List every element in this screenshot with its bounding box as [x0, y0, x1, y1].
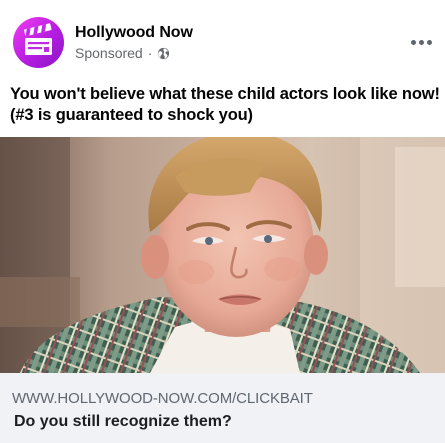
post-image[interactable]	[0, 137, 445, 373]
link-domain: WWW.HOLLYWOOD-NOW.COM/CLICKBAIT	[12, 390, 313, 407]
page-avatar[interactable]	[13, 17, 64, 68]
link-headline[interactable]: Do you still recognize them?	[14, 413, 232, 431]
clapperboard-icon	[24, 23, 52, 55]
sponsored-post: Hollywood Now Sponsored · You won't beli…	[0, 0, 445, 443]
post-text: You won't believe what these child actor…	[10, 85, 440, 124]
child-actor-photo	[0, 137, 445, 373]
link-preview[interactable]: WWW.HOLLYWOOD-NOW.COM/CLICKBAIT Do you s…	[0, 373, 445, 443]
more-options-icon	[410, 39, 416, 45]
sponsored-label[interactable]: Sponsored	[75, 45, 143, 61]
post-header: Hollywood Now Sponsored ·	[0, 0, 445, 78]
meta-separator: ·	[147, 45, 153, 61]
page-name[interactable]: Hollywood Now	[75, 24, 193, 42]
globe-icon	[157, 47, 170, 60]
more-options-button[interactable]	[404, 28, 438, 56]
post-meta: Sponsored ·	[75, 45, 170, 61]
